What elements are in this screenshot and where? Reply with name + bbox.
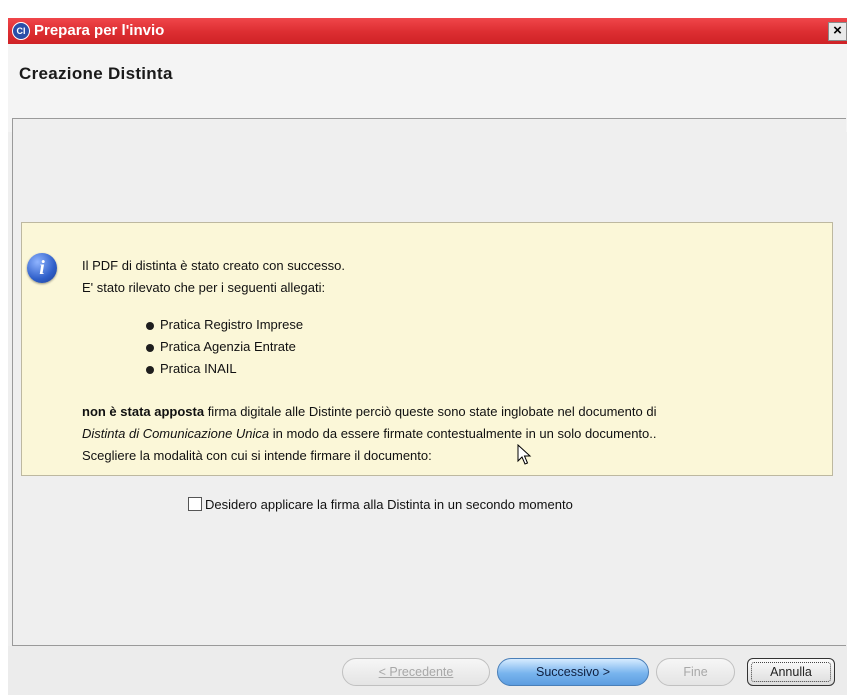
page-title: Creazione Distinta bbox=[19, 64, 173, 83]
title-bar[interactable]: CI Prepara per l'invio × bbox=[8, 18, 847, 44]
ci-logo-icon: CI bbox=[12, 22, 30, 40]
info-line-document: Distinta di Comunicazione Unica in modo … bbox=[82, 426, 656, 441]
close-icon: × bbox=[833, 22, 842, 39]
bold-warning: non è stata apposta bbox=[82, 404, 205, 419]
list-item: Pratica Registro Imprese bbox=[160, 317, 304, 332]
info-line-detected: E' stato rilevato che per i seguenti all… bbox=[82, 280, 326, 295]
info-line-document-rest: in modo da essere firmate contestualment… bbox=[269, 426, 657, 441]
bullet-icon bbox=[146, 366, 154, 374]
window-title: Prepara per l'invio bbox=[34, 22, 165, 39]
info-line-created: Il PDF di distinta è stato creato con su… bbox=[82, 258, 346, 273]
info-line-choose: Scegliere la modalità con cui si intende… bbox=[82, 448, 432, 463]
info-icon: i bbox=[27, 253, 57, 283]
list-item: Pratica INAIL bbox=[160, 361, 237, 376]
document-name: Distinta di Comunicazione Unica bbox=[82, 426, 270, 441]
cancel-button[interactable]: Annulla bbox=[747, 658, 835, 686]
info-line-signature: non è stata apposta firma digitale alle … bbox=[82, 404, 656, 419]
finish-button[interactable]: Fine bbox=[656, 658, 735, 686]
mouse-cursor-icon bbox=[517, 444, 532, 465]
sign-later-label[interactable]: Desidero applicare la firma alla Distint… bbox=[205, 497, 573, 512]
close-button[interactable]: × bbox=[828, 22, 847, 41]
bullet-icon bbox=[146, 322, 154, 330]
bullet-icon bbox=[146, 344, 154, 352]
previous-button[interactable]: < Precedente bbox=[342, 658, 490, 686]
sign-later-checkbox[interactable] bbox=[188, 497, 202, 511]
list-item: Pratica Agenzia Entrate bbox=[160, 339, 296, 354]
focus-ring bbox=[751, 662, 831, 682]
next-button[interactable]: Successivo > bbox=[497, 658, 649, 686]
info-line-signature-rest: firma digitale alle Distinte perciò ques… bbox=[204, 404, 657, 419]
